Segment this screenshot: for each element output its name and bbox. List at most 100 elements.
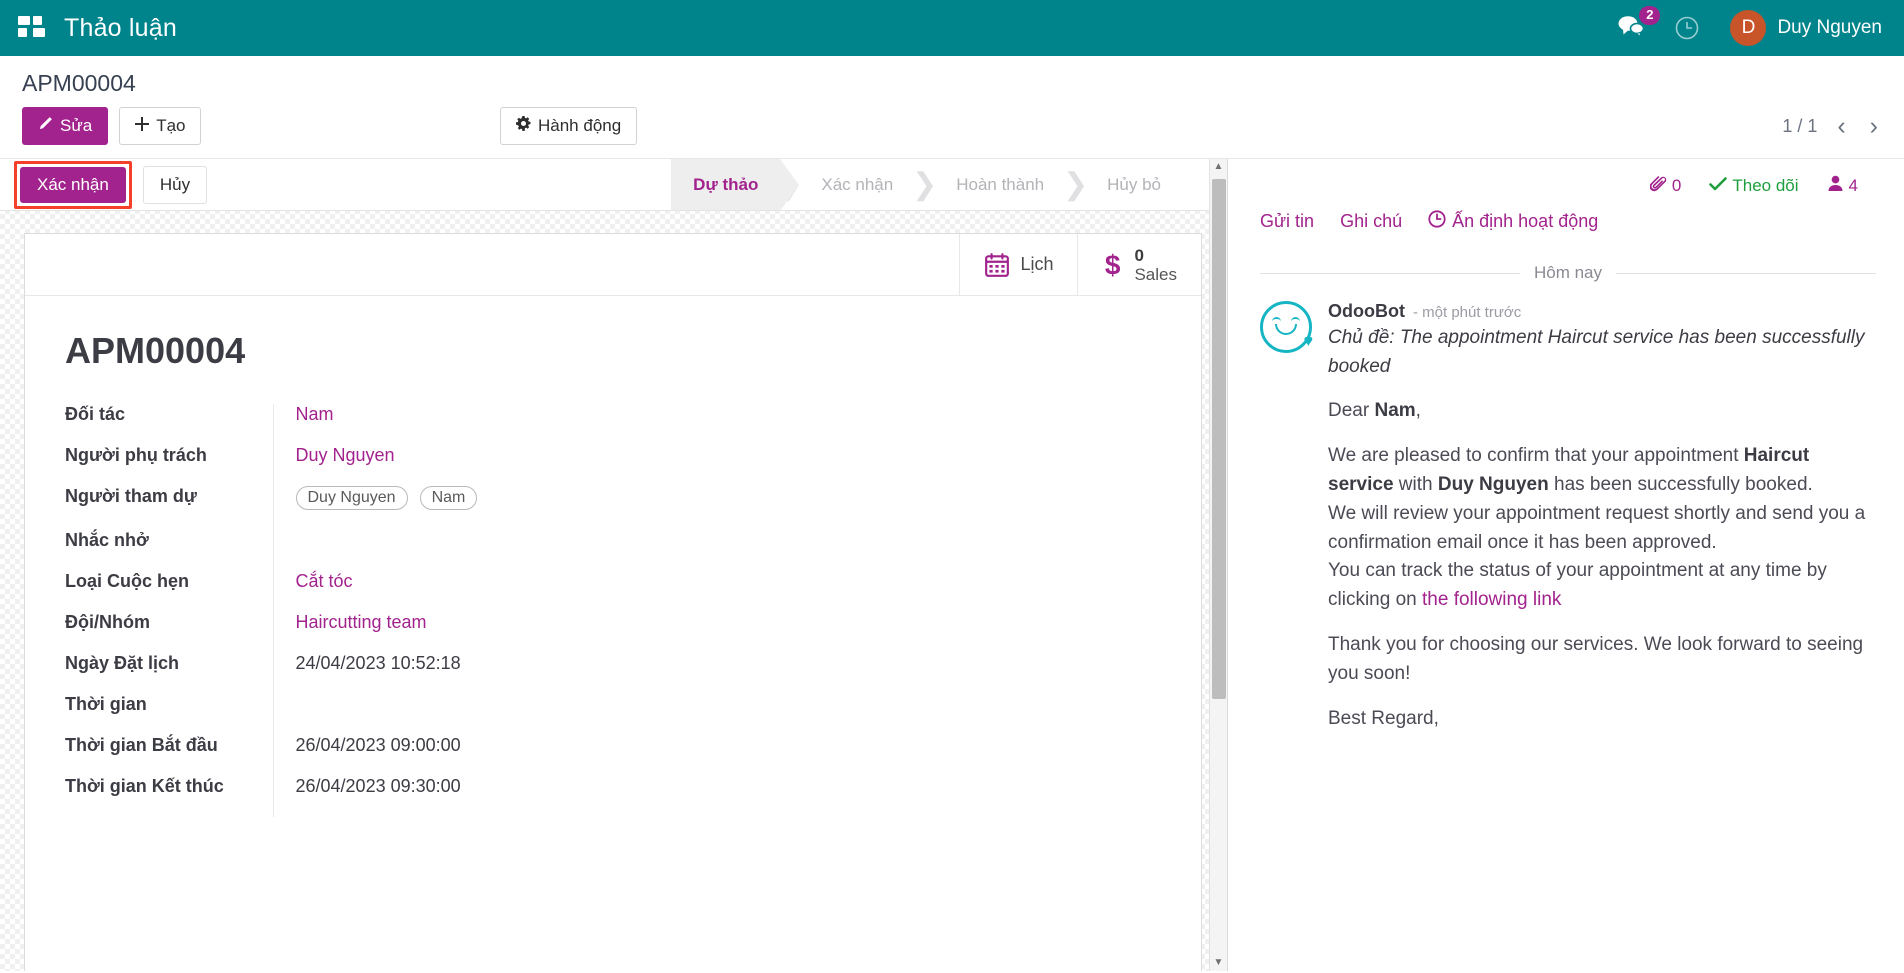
chatter-pane: 0 Theo dõi 4 Gửi tin Ghi chú Ấn định hoạ… bbox=[1228, 159, 1904, 972]
stage-xac-nhan[interactable]: Xác nhận bbox=[799, 159, 915, 210]
form-sheet-inner: APM00004 Đối tác Nam Người phụ trách Duy… bbox=[25, 296, 1201, 837]
para1-staff: Duy Nguyen bbox=[1437, 473, 1549, 495]
paperclip-icon bbox=[1649, 175, 1667, 197]
greeting-name: Nam bbox=[1374, 400, 1416, 422]
messages-button[interactable]: 2 bbox=[1618, 5, 1661, 42]
follow-toggle-button[interactable]: Theo dõi bbox=[1709, 176, 1799, 197]
clock-icon[interactable] bbox=[1674, 15, 1700, 41]
clock-icon bbox=[1428, 210, 1446, 233]
form-vertical-scrollbar[interactable]: ▲ ▼ bbox=[1209, 159, 1227, 972]
field-row-doi-tac: Đối tác Nam bbox=[65, 404, 673, 446]
day-divider-label: Hôm nay bbox=[1533, 263, 1603, 283]
confirm-button[interactable]: Xác nhận bbox=[20, 166, 126, 203]
top-navbar: Thảo luận 2 D Duy Nguyen bbox=[0, 0, 1904, 56]
user-menu[interactable]: D Duy Nguyen bbox=[1730, 10, 1882, 46]
field-label-doi-nhom: Đội/Nhóm bbox=[65, 612, 150, 633]
message-subject: Chủ đề: The appointment Haircut service … bbox=[1328, 327, 1865, 377]
pager-previous-button[interactable]: ‹ bbox=[1833, 113, 1849, 139]
stat-button-calendar-label: Lịch bbox=[1020, 254, 1054, 275]
message-body: OdooBot - một phút trước Chủ đề: The app… bbox=[1328, 301, 1876, 734]
stage-huy-bo[interactable]: Hủy bỏ bbox=[1085, 159, 1183, 210]
action-menu-wrap: Hành động bbox=[500, 107, 638, 146]
odoobot-eye-right bbox=[1291, 317, 1300, 322]
action-button[interactable]: Hành động bbox=[500, 107, 638, 146]
message-timestamp: - một phút trước bbox=[1412, 304, 1522, 322]
para1-part-a: We are pleased to confirm that your appo… bbox=[1328, 444, 1744, 466]
field-label-nguoi-tham-du: Người tham dự bbox=[65, 486, 197, 507]
scroll-down-icon[interactable]: ▼ bbox=[1214, 955, 1224, 971]
message-author[interactable]: OdooBot bbox=[1328, 301, 1405, 322]
field-row-nguoi-phu-trach: Người phụ trách Duy Nguyen bbox=[65, 445, 673, 487]
scroll-up-icon[interactable]: ▲ bbox=[1214, 159, 1224, 175]
statusbar: Xác nhận Hủy Dự thảo ❯ Xác nhận ❯ Hoàn t… bbox=[0, 159, 1227, 212]
field-row-loai-cuoc-hen: Loại Cuộc hẹn Cắt tóc bbox=[65, 571, 673, 613]
stat-button-sales[interactable]: $ 0 Sales bbox=[1077, 234, 1201, 296]
message-greeting: Dear Nam, bbox=[1328, 397, 1873, 426]
create-button[interactable]: Tạo bbox=[119, 107, 202, 146]
pencil-icon bbox=[38, 115, 53, 137]
stat-button-sales-count: 0 bbox=[1134, 245, 1144, 265]
pager-next-button[interactable]: › bbox=[1866, 113, 1882, 139]
apps-grid-icon[interactable] bbox=[18, 16, 46, 40]
action-button-label: Hành động bbox=[538, 116, 622, 135]
calendar-icon bbox=[984, 252, 1010, 278]
status-flow: Dự thảo ❯ Xác nhận ❯ Hoàn thành ❯ Hủy bỏ bbox=[671, 159, 1227, 212]
field-value-nhac-nho[interactable] bbox=[272, 530, 673, 572]
record-title: APM00004 bbox=[65, 330, 246, 372]
edit-button[interactable]: Sửa bbox=[22, 107, 109, 146]
field-value-loai-cuoc-hen[interactable]: Cắt tóc bbox=[272, 571, 673, 613]
field-value-nguoi-phu-trach[interactable]: Duy Nguyen bbox=[272, 445, 673, 487]
tag-item[interactable]: Nam bbox=[419, 486, 478, 511]
cancel-button[interactable]: Hủy bbox=[142, 165, 208, 204]
user-name-label: Duy Nguyen bbox=[1777, 17, 1882, 38]
followers-button[interactable]: 4 bbox=[1827, 175, 1858, 197]
field-value-thoi-gian-bat-dau[interactable]: 26/04/2023 09:00:00 bbox=[272, 735, 673, 777]
schedule-activity-button[interactable]: Ấn định hoạt động bbox=[1428, 210, 1598, 233]
field-value-doi-tac[interactable]: Nam bbox=[272, 404, 673, 446]
breadcrumb[interactable]: APM00004 bbox=[22, 56, 1882, 107]
field-value-thoi-gian-ket-thuc[interactable]: 26/04/2023 09:30:00 bbox=[272, 776, 673, 818]
form-view-pane: Xác nhận Hủy Dự thảo ❯ Xác nhận ❯ Hoàn t… bbox=[0, 159, 1228, 972]
odoobot-eye-left bbox=[1272, 317, 1281, 322]
field-row-thoi-gian-bat-dau: Thời gian Bắt đầu 26/04/2023 09:00:00 bbox=[65, 735, 673, 777]
para3-part-a: You can track the status of your appoint… bbox=[1328, 560, 1827, 611]
day-divider: Hôm nay bbox=[1260, 249, 1876, 293]
chatter-topbar: 0 Theo dõi 4 bbox=[1260, 171, 1876, 197]
pager-value[interactable]: 1 / 1 bbox=[1782, 116, 1817, 137]
field-label-thoi-gian: Thời gian bbox=[65, 694, 147, 715]
scrollbar-thumb[interactable] bbox=[1212, 179, 1226, 700]
stage-du-thao[interactable]: Dự thảo bbox=[671, 159, 800, 212]
field-value-doi-nhom[interactable]: Haircutting team bbox=[272, 612, 673, 654]
stat-button-calendar[interactable]: Lịch bbox=[959, 234, 1077, 296]
field-value-ngay-dat-lich[interactable]: 24/04/2023 10:52:18 bbox=[272, 653, 673, 695]
create-button-label: Tạo bbox=[156, 116, 186, 135]
message-paragraph-1: We are pleased to confirm that your appo… bbox=[1328, 442, 1873, 500]
scrollbar-track[interactable] bbox=[1210, 175, 1227, 955]
dollar-icon: $ bbox=[1102, 251, 1124, 279]
form-sheet-scroll: Lịch $ 0 Sales APM00004 Đối tác Nam Ngườ… bbox=[0, 211, 1227, 972]
message-paragraph-2: We will review your appointment request … bbox=[1328, 502, 1866, 553]
log-note-button[interactable]: Ghi chú bbox=[1340, 210, 1402, 233]
send-message-button[interactable]: Gửi tin bbox=[1260, 210, 1314, 233]
schedule-activity-label: Ấn định hoạt động bbox=[1452, 211, 1599, 232]
field-value-thoi-gian[interactable] bbox=[272, 694, 673, 736]
stage-separator-icon: ❯ bbox=[1063, 168, 1089, 202]
followers-count: 4 bbox=[1848, 176, 1858, 196]
stat-buttons-bar: Lịch $ 0 Sales bbox=[25, 234, 1201, 297]
avatar: D bbox=[1730, 10, 1767, 46]
user-icon bbox=[1827, 175, 1844, 197]
message-paragraph-4: Thank you for choosing our services. We … bbox=[1328, 634, 1864, 685]
form-fields: Đối tác Nam Người phụ trách Duy Nguyen N… bbox=[65, 404, 673, 818]
odoobot-smiley-icon: ♥ bbox=[1260, 301, 1313, 354]
control-panel-buttons: Sửa Tạo bbox=[22, 107, 202, 146]
check-icon bbox=[1709, 176, 1728, 197]
stage-hoan-thanh[interactable]: Hoàn thành bbox=[934, 159, 1066, 210]
following-link[interactable]: the following link bbox=[1422, 589, 1561, 610]
attachments-button[interactable]: 0 bbox=[1649, 175, 1681, 197]
divider-line-right bbox=[1616, 272, 1876, 274]
stat-button-sales-text: 0 Sales bbox=[1134, 246, 1177, 284]
app-title: Thảo luận bbox=[64, 13, 177, 42]
tag-item[interactable]: Duy Nguyen bbox=[295, 486, 408, 511]
field-row-ngay-dat-lich: Ngày Đặt lịch 24/04/2023 10:52:18 bbox=[65, 653, 673, 695]
odoobot-smile bbox=[1275, 324, 1297, 336]
